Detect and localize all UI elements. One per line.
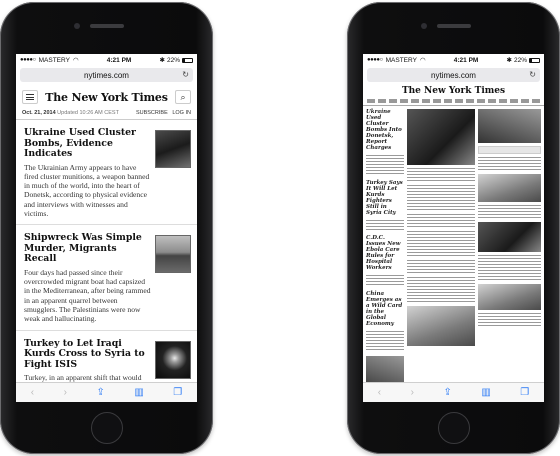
lead-column: Ukraine Used Cluster Bombs Into Donetsk,…: [366, 109, 404, 393]
news-photo[interactable]: [407, 109, 475, 165]
forward-icon[interactable]: ›: [64, 387, 67, 398]
phone-left: ●●●●○ MASTERY ◠ 4:21 PM ✱ 22% nytimes.co…: [0, 2, 213, 454]
right-column: [478, 109, 541, 393]
browser-toolbar: ‹ › ⇪ ▥ ❐: [363, 382, 544, 402]
text-block: [366, 220, 404, 232]
status-time: 4:21 PM: [453, 56, 479, 64]
text-block: [478, 205, 541, 219]
menu-button[interactable]: [22, 90, 38, 104]
search-icon: ⌕: [180, 91, 186, 102]
bluetooth-icon: ✱: [159, 57, 165, 64]
story-item[interactable]: Shipwreck Was Simple Murder, Migrants Re…: [16, 225, 197, 331]
story-title[interactable]: Shipwreck Was Simple Murder, Migrants Re…: [24, 233, 152, 265]
headline[interactable]: Ukraine Used Cluster Bombs Into Donetsk,…: [366, 109, 404, 151]
reload-icon[interactable]: ↻: [182, 68, 189, 82]
battery-percent: 22%: [166, 56, 180, 64]
updated-label: Updated 10:26 AM CEST: [57, 110, 119, 116]
story-summary: The Ukrainian Army appears to have fired…: [24, 162, 150, 218]
story-thumbnail[interactable]: [155, 130, 191, 168]
home-button[interactable]: [90, 412, 123, 444]
address-bar[interactable]: nytimes.com ↻: [367, 68, 540, 82]
ad-banner[interactable]: [478, 146, 541, 154]
status-bar: ●●●●○ MASTERY ◠ 4:21 PM ✱ 22%: [363, 54, 544, 66]
signal-icon: ●●●●○: [367, 57, 383, 63]
text-block: [478, 313, 541, 327]
text-block: [366, 330, 404, 352]
search-button[interactable]: ⌕: [174, 90, 191, 104]
login-link[interactable]: LOG IN: [172, 110, 191, 116]
share-icon[interactable]: ⇪: [443, 387, 451, 398]
story-item[interactable]: Ukraine Used Cluster Bombs, Evidence Ind…: [16, 120, 197, 226]
text-block: [478, 157, 541, 171]
wifi-icon: ◠: [419, 57, 426, 64]
carrier-label: MASTERY: [38, 56, 70, 64]
text-block: [366, 275, 404, 287]
browser-toolbar: ‹ › ⇪ ▥ ❐: [16, 382, 197, 402]
text-block: [366, 155, 404, 177]
text-block: [407, 185, 475, 211]
date-label: Oct. 21, 2014: [22, 110, 56, 116]
headline[interactable]: Turkey Says It Will Let Kurds Fighters S…: [366, 180, 404, 216]
address-bar[interactable]: nytimes.com ↻: [20, 68, 193, 82]
screen-desktop: ●●●●○ MASTERY ◠ 4:21 PM ✱ 22% nytimes.co…: [363, 54, 544, 402]
home-button[interactable]: [437, 412, 470, 444]
story-thumbnail[interactable]: [155, 235, 191, 274]
share-icon[interactable]: ⇪: [96, 387, 104, 398]
earpiece: [89, 24, 124, 28]
phone-right: ●●●●○ MASTERY ◠ 4:21 PM ✱ 22% nytimes.co…: [347, 2, 560, 454]
desktop-front-page: Ukraine Used Cluster Bombs Into Donetsk,…: [363, 106, 544, 396]
back-icon[interactable]: ‹: [378, 387, 381, 398]
text-block: [407, 260, 475, 274]
masthead-logo[interactable]: The New York Times: [45, 91, 168, 104]
back-icon[interactable]: ‹: [31, 387, 34, 398]
reload-icon[interactable]: ↻: [529, 68, 536, 82]
news-photo[interactable]: [478, 284, 541, 310]
tabs-icon[interactable]: ❐: [173, 387, 182, 398]
text-block: [478, 255, 541, 281]
news-photo[interactable]: [478, 109, 541, 143]
tabs-icon[interactable]: ❐: [520, 387, 529, 398]
subscribe-link[interactable]: SUBSCRIBE: [136, 110, 168, 116]
battery-percent: 22%: [513, 56, 527, 64]
dateline: Oct. 21, 2014 Updated 10:26 AM CEST SUBS…: [16, 110, 197, 120]
url-text: nytimes.com: [84, 70, 129, 80]
center-column: [407, 109, 475, 393]
text-block: [407, 214, 475, 228]
url-text: nytimes.com: [431, 70, 476, 80]
story-thumbnail[interactable]: [155, 340, 191, 379]
earpiece: [436, 24, 471, 28]
screen-mobile: ●●●●○ MASTERY ◠ 4:21 PM ✱ 22% nytimes.co…: [16, 54, 197, 402]
story-title[interactable]: Turkey to Let Iraqi Kurds Cross to Syria…: [24, 338, 152, 371]
text-block: [407, 231, 475, 257]
desktop-header: The New York Times: [363, 82, 544, 106]
news-photo[interactable]: [478, 174, 541, 202]
masthead-logo[interactable]: The New York Times: [367, 86, 540, 96]
bookmarks-icon[interactable]: ▥: [481, 387, 490, 398]
bookmarks-icon[interactable]: ▥: [134, 387, 143, 398]
carrier-label: MASTERY: [385, 56, 417, 64]
site-header: The New York Times ⌕: [16, 84, 197, 110]
headline[interactable]: China Emerges as a Wild Card in the Glob…: [366, 291, 404, 327]
status-bar: ●●●●○ MASTERY ◠ 4:21 PM ✱ 22%: [16, 54, 197, 66]
front-camera: [74, 23, 80, 29]
news-photo[interactable]: [478, 222, 541, 252]
forward-icon[interactable]: ›: [411, 387, 414, 398]
news-photo[interactable]: [407, 306, 475, 346]
section-nav[interactable]: [367, 99, 540, 103]
bluetooth-icon: ✱: [506, 57, 512, 64]
battery-icon: [182, 57, 193, 63]
text-block: [407, 277, 475, 303]
story-summary: Four days had passed since their overcro…: [24, 267, 151, 324]
text-block: [407, 168, 475, 182]
signal-icon: ●●●●○: [20, 57, 36, 63]
battery-icon: [529, 57, 540, 63]
headline[interactable]: C.D.C. Issues New Ebola Care Rules for H…: [366, 235, 404, 271]
wifi-icon: ◠: [72, 57, 79, 64]
story-title[interactable]: Ukraine Used Cluster Bombs, Evidence Ind…: [24, 127, 152, 160]
status-time: 4:21 PM: [106, 56, 132, 64]
front-camera: [421, 23, 427, 29]
